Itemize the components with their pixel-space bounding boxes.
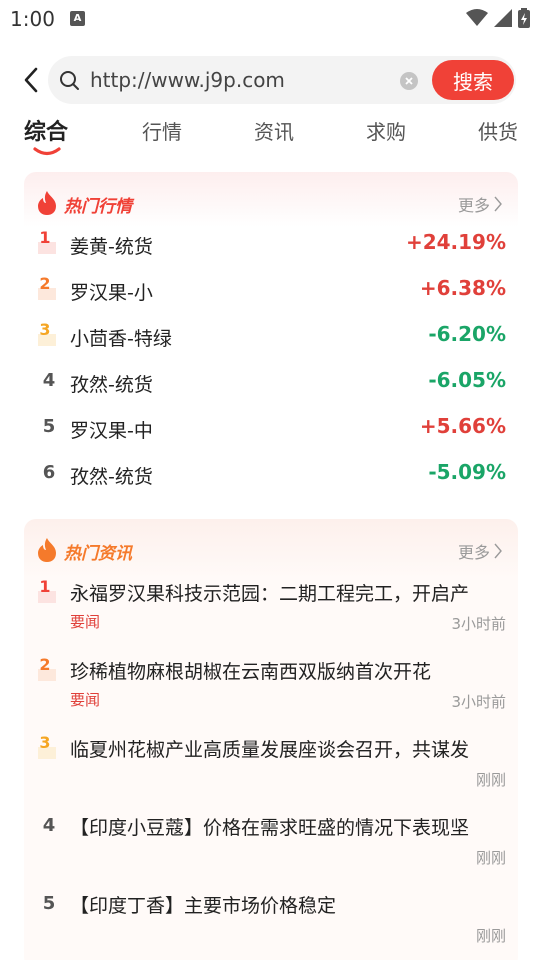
hot-market-card: 热门行情 更多 1 姜黄-统货 +24.19% 2 罗汉果-小 +6.38% 3… bbox=[24, 172, 518, 508]
hot-news-title: 热门资讯 bbox=[64, 544, 132, 564]
tab-news[interactable]: 资讯 bbox=[254, 116, 294, 145]
rank-badge: 2 bbox=[36, 655, 58, 683]
search-button[interactable]: 搜索 bbox=[432, 60, 514, 100]
flame-icon bbox=[38, 538, 56, 562]
hot-news-card: 热门资讯 更多 1 永福罗汉果科技示范园：二期工程完工，开启产 要闻 3小时前 … bbox=[24, 519, 518, 960]
news-row[interactable]: 1 永福罗汉果科技示范园：二期工程完工，开启产 要闻 3小时前 bbox=[24, 573, 518, 651]
market-name: 孜然-统货 bbox=[70, 374, 153, 396]
market-row[interactable]: 3 小茴香-特绿 -6.20% bbox=[24, 316, 518, 362]
hot-news-more-link[interactable]: 更多 bbox=[458, 539, 502, 563]
rank-badge: 1 bbox=[36, 228, 58, 256]
market-row[interactable]: 5 罗汉果-中 +5.66% bbox=[24, 408, 518, 454]
search-icon bbox=[60, 71, 79, 90]
market-row[interactable]: 6 孜然-统货 -5.09% bbox=[24, 454, 518, 500]
news-tag: 要闻 bbox=[70, 691, 101, 709]
news-title: 临夏州花椒产业高质量发展座谈会召开，共谋发 bbox=[70, 739, 470, 761]
news-time: 3小时前 bbox=[451, 615, 506, 633]
battery-icon bbox=[518, 8, 530, 28]
tab-market[interactable]: 行情 bbox=[142, 116, 182, 145]
rank-number: 1 bbox=[39, 577, 51, 596]
market-change: +24.19% bbox=[405, 230, 506, 254]
market-change: +6.38% bbox=[419, 276, 506, 300]
news-row[interactable]: 5 【印度丁香】主要市场价格稳定 刚刚 bbox=[24, 885, 518, 960]
news-time: 刚刚 bbox=[475, 771, 506, 789]
hot-market-header: 热门行情 更多 bbox=[24, 172, 518, 228]
market-row[interactable]: 1 姜黄-统货 +24.19% bbox=[24, 224, 518, 270]
rank-number: 4 bbox=[42, 370, 56, 391]
search-box[interactable]: 搜索 bbox=[48, 56, 516, 104]
rank-badge: 3 bbox=[36, 733, 58, 761]
status-time: 1:00 bbox=[10, 7, 55, 31]
news-time: 刚刚 bbox=[475, 927, 506, 945]
market-name: 姜黄-统货 bbox=[70, 236, 153, 258]
news-time: 刚刚 bbox=[475, 849, 506, 867]
rank-number: 3 bbox=[39, 733, 51, 752]
status-icons bbox=[466, 7, 530, 29]
news-row[interactable]: 4 【印度小豆蔻】价格在需求旺盛的情况下表现坚 刚刚 bbox=[24, 807, 518, 885]
market-change: -6.05% bbox=[428, 368, 506, 392]
flame-icon bbox=[38, 191, 56, 215]
rank-number: 4 bbox=[42, 815, 56, 836]
market-change: -6.20% bbox=[428, 322, 506, 346]
news-title: 珍稀植物麻根胡椒在云南西双版纳首次开花 bbox=[70, 661, 432, 683]
wifi-icon bbox=[466, 9, 488, 26]
rank-number: 5 bbox=[42, 416, 56, 437]
search-header: 搜索 bbox=[0, 54, 540, 106]
news-tag: 要闻 bbox=[70, 613, 101, 631]
market-row[interactable]: 2 罗汉果-小 +6.38% bbox=[24, 270, 518, 316]
hot-market-more-link[interactable]: 更多 bbox=[458, 192, 502, 216]
news-row[interactable]: 3 临夏州花椒产业高质量发展座谈会召开，共谋发 刚刚 bbox=[24, 729, 518, 807]
hot-market-title: 热门行情 bbox=[64, 197, 132, 217]
back-button[interactable] bbox=[16, 64, 46, 96]
rank-number: 1 bbox=[39, 228, 51, 247]
tab-overview[interactable]: 综合 bbox=[24, 114, 68, 146]
rank-number: 3 bbox=[39, 320, 51, 339]
chevron-left-icon bbox=[24, 67, 38, 93]
tab-supply[interactable]: 供货 bbox=[478, 116, 518, 145]
rank-number: 6 bbox=[42, 462, 56, 483]
market-name: 罗汉果-小 bbox=[70, 282, 153, 304]
category-tabs: 综合 行情 资讯 求购 供货 bbox=[0, 112, 540, 162]
rank-number: 2 bbox=[39, 274, 51, 293]
hot-news-header: 热门资讯 更多 bbox=[24, 519, 518, 575]
active-tab-indicator bbox=[33, 147, 61, 156]
search-input[interactable] bbox=[90, 64, 390, 96]
status-bar: 1:00 A bbox=[0, 0, 540, 38]
rank-number: 2 bbox=[39, 655, 51, 674]
rank-badge: 1 bbox=[36, 577, 58, 605]
market-change: +5.66% bbox=[419, 414, 506, 438]
clear-icon[interactable] bbox=[400, 72, 418, 90]
market-change: -5.09% bbox=[428, 460, 506, 484]
chevron-right-icon bbox=[494, 196, 502, 212]
chevron-right-icon bbox=[494, 543, 502, 559]
news-time: 3小时前 bbox=[451, 693, 506, 711]
close-icon bbox=[405, 77, 413, 85]
rank-badge: 3 bbox=[36, 320, 58, 348]
notification-icon: A bbox=[70, 11, 85, 26]
news-title: 永福罗汉果科技示范园：二期工程完工，开启产 bbox=[70, 583, 470, 605]
market-name: 孜然-统货 bbox=[70, 466, 153, 488]
market-name: 小茴香-特绿 bbox=[70, 328, 172, 350]
signal-icon bbox=[494, 9, 512, 27]
more-label: 更多 bbox=[457, 543, 490, 562]
news-row[interactable]: 2 珍稀植物麻根胡椒在云南西双版纳首次开花 要闻 3小时前 bbox=[24, 651, 518, 729]
more-label: 更多 bbox=[457, 196, 490, 215]
rank-number: 5 bbox=[42, 893, 56, 914]
market-row[interactable]: 4 孜然-统货 -6.05% bbox=[24, 362, 518, 408]
news-title: 【印度小豆蔻】价格在需求旺盛的情况下表现坚 bbox=[70, 817, 470, 839]
news-title: 【印度丁香】主要市场价格稳定 bbox=[70, 895, 337, 917]
market-name: 罗汉果-中 bbox=[70, 420, 153, 442]
rank-badge: 2 bbox=[36, 274, 58, 302]
tab-buy[interactable]: 求购 bbox=[366, 116, 406, 145]
